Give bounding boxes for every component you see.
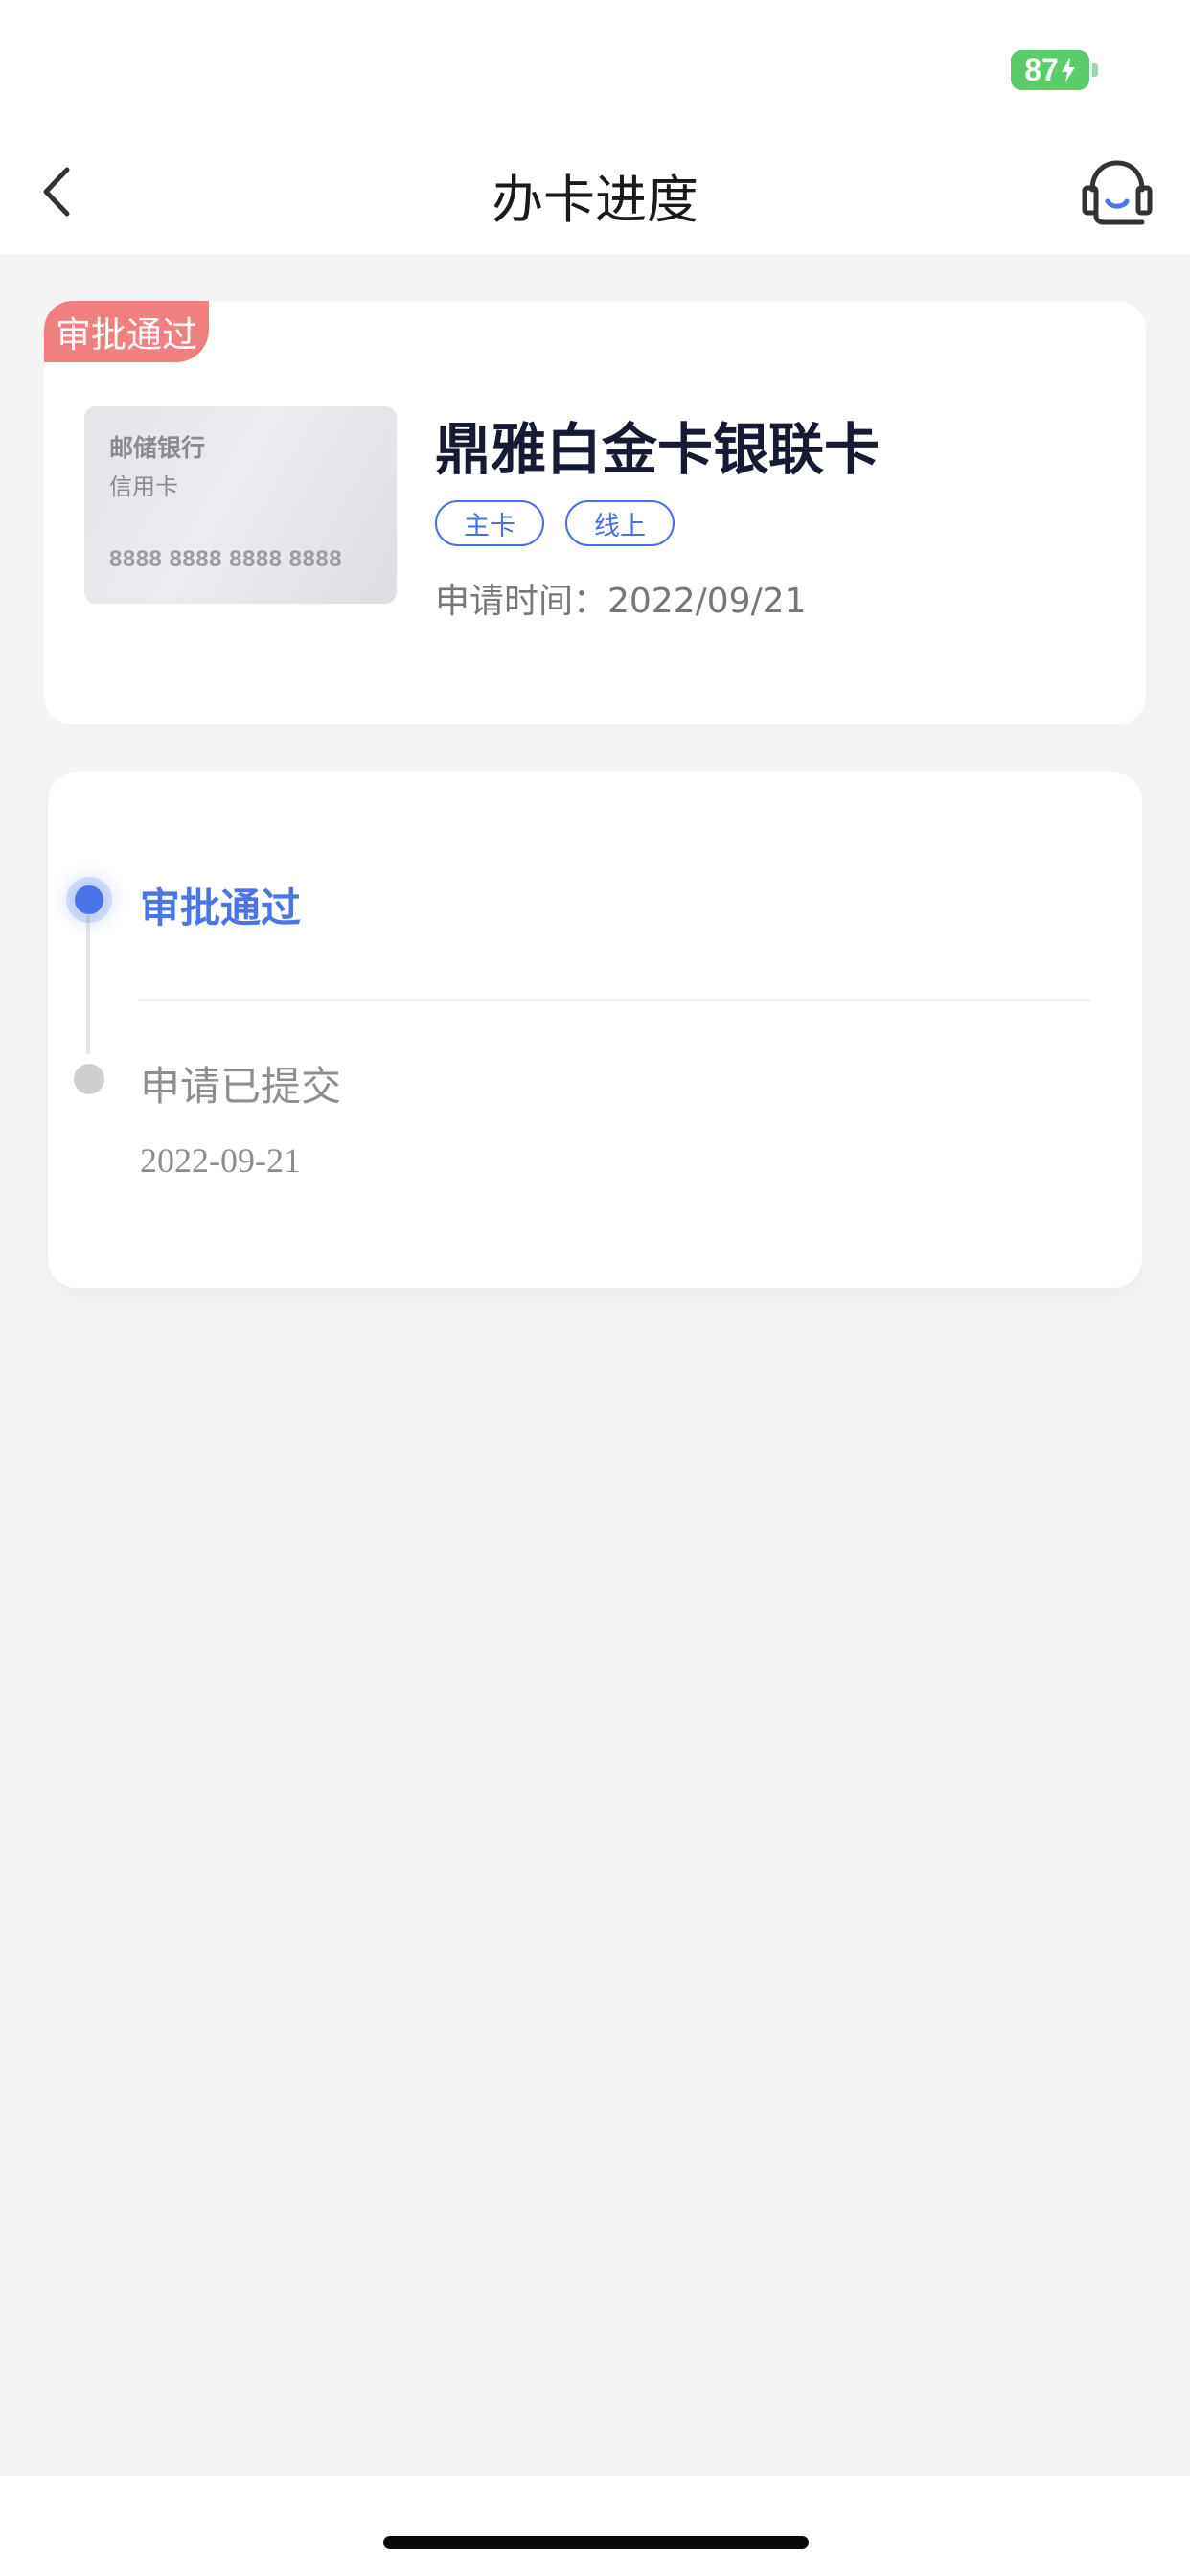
customer-service-button[interactable] xyxy=(1081,153,1154,230)
card-application-panel[interactable]: 审批通过 邮储银行 信用卡 8888 8888 8888 8888 鼎雅白金卡银… xyxy=(44,301,1146,724)
charging-bolt-icon xyxy=(1061,58,1075,82)
tag-online: 线上 xyxy=(565,500,675,546)
page-title: 办卡进度 xyxy=(492,170,698,230)
tag-primary-card: 主卡 xyxy=(435,500,544,546)
card-bank-name: 邮储银行 xyxy=(109,434,206,462)
home-bar xyxy=(0,2476,1190,2576)
status-badge: 审批通过 xyxy=(44,301,209,362)
apply-time: 申请时间：2022/09/21 xyxy=(435,582,807,621)
step-title-approved: 审批通过 xyxy=(140,885,302,932)
progress-timeline: 审批通过 申请已提交 2022-09-21 xyxy=(48,772,1142,1288)
home-indicator[interactable] xyxy=(383,2536,809,2549)
step-divider xyxy=(138,999,1090,1001)
battery-tip xyxy=(1092,63,1098,77)
card-product-name: 鼎雅白金卡银联卡 xyxy=(435,417,881,482)
step-dot-active xyxy=(75,886,103,914)
timeline-connector xyxy=(86,916,90,1054)
step-dot-inactive xyxy=(74,1064,104,1094)
credit-card-image: 邮储银行 信用卡 8888 8888 8888 8888 xyxy=(84,406,397,604)
status-bar: 87 xyxy=(0,0,1190,144)
headset-icon xyxy=(1082,160,1153,225)
step-date-submitted: 2022-09-21 xyxy=(140,1141,301,1180)
card-type-label: 信用卡 xyxy=(109,473,178,500)
battery-indicator: 87 xyxy=(1011,50,1089,90)
card-number: 8888 8888 8888 8888 xyxy=(109,546,343,572)
nav-bar: 办卡进度 xyxy=(0,125,1190,254)
battery-level: 87 xyxy=(1024,52,1059,87)
step-title-submitted: 申请已提交 xyxy=(140,1063,342,1110)
